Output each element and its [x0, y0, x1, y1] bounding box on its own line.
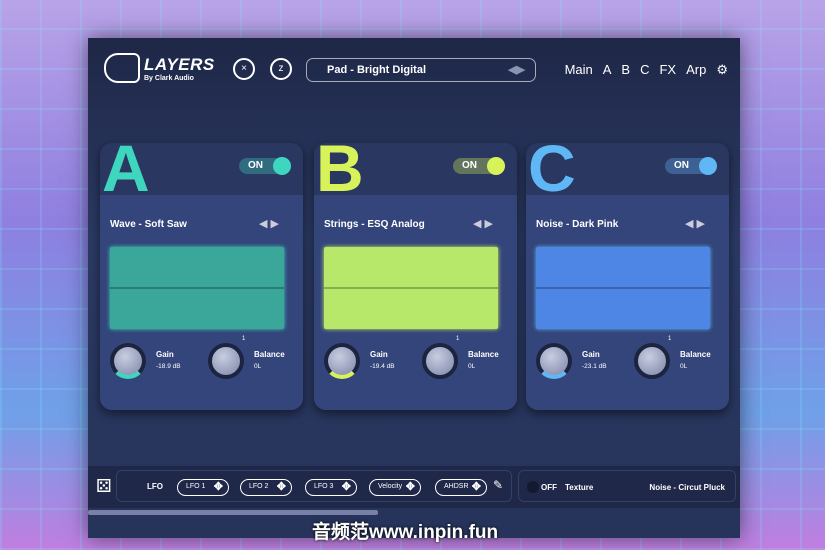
lfo-label: LFO — [147, 482, 163, 491]
patch-arrows-icon[interactable]: ◀ ▶ — [685, 217, 705, 230]
balance-knob[interactable] — [634, 343, 670, 379]
gain-label: Gain — [582, 350, 600, 359]
texture-panel: OFF Texture Noise - Circut Pluck — [518, 470, 736, 502]
layer-letter: C — [528, 131, 576, 205]
gain-value: -19.4 dB — [370, 363, 395, 370]
gear-icon[interactable]: ⚙ — [716, 62, 728, 78]
layer-card-c: C ON Noise - Dark Pink ◀ ▶ Gain -23.1 dB… — [526, 135, 729, 410]
toggle-knob — [273, 157, 291, 175]
mod-source-velocity[interactable]: Velocity ✥ — [369, 479, 421, 496]
patch-name[interactable]: Noise - Dark Pink — [536, 219, 618, 230]
header: LAYERS By Clark Audio × z Pad - Bright Di… — [88, 38, 740, 104]
toggle-label: ON — [674, 160, 689, 171]
waveform-display — [536, 247, 710, 329]
patch-arrows-icon[interactable]: ◀ ▶ — [473, 217, 493, 230]
texture-label: Texture — [565, 483, 594, 492]
layer-toggle[interactable]: ON — [453, 157, 505, 175]
patch-name[interactable]: Wave - Soft Saw — [110, 219, 187, 230]
tab-main[interactable]: Main — [565, 62, 593, 78]
layer-card-a: A ON Wave - Soft Saw ◀ ▶ Gain -18.9 dB 1… — [100, 135, 303, 410]
patch-name[interactable]: Strings - ESQ Analog — [324, 219, 425, 230]
gain-label: Gain — [156, 350, 174, 359]
layer-letter: B — [316, 131, 364, 205]
texture-toggle[interactable] — [527, 481, 539, 493]
balance-label: Balance — [468, 350, 499, 359]
toggle-label: ON — [248, 160, 263, 171]
balance-center-mark: 1 — [668, 336, 672, 342]
balance-knob[interactable] — [422, 343, 458, 379]
balance-value: 0L — [254, 363, 262, 370]
balance-center-mark: 1 — [456, 336, 460, 342]
gain-value: -18.9 dB — [156, 363, 181, 370]
panic-face-icon[interactable]: × — [233, 58, 255, 80]
texture-toggle-state: OFF — [541, 483, 557, 492]
tab-c[interactable]: C — [640, 62, 649, 78]
preset-name: Pad - Bright Digital — [327, 64, 426, 76]
preset-arrows-icon[interactable]: ◀▶ — [508, 63, 525, 76]
logo-title: LAYERS — [144, 54, 215, 74]
preset-selector[interactable]: Pad - Bright Digital ◀▶ — [306, 58, 536, 82]
tab-a[interactable]: A — [603, 62, 612, 78]
edit-pencil-icon[interactable]: ✎ — [493, 478, 503, 492]
texture-patch[interactable]: Noise - Circut Pluck — [649, 483, 725, 492]
gain-knob[interactable] — [324, 343, 360, 379]
sleep-face-icon[interactable]: z — [270, 58, 292, 80]
balance-value: 0L — [468, 363, 476, 370]
layer-card-b: B ON Strings - ESQ Analog ◀ ▶ Gain -19.4… — [314, 135, 517, 410]
scrollbar[interactable] — [88, 510, 378, 515]
mod-label: AHDSR — [444, 483, 469, 490]
gain-knob[interactable] — [536, 343, 572, 379]
drag-move-icon[interactable]: ✥ — [342, 480, 351, 493]
drag-move-icon[interactable]: ✥ — [406, 480, 415, 493]
waveform-display — [324, 247, 498, 329]
mod-source-lfo1[interactable]: LFO 1 ✥ — [177, 479, 229, 496]
dice-icon[interactable]: ⚄ — [96, 476, 112, 497]
head-logo-icon — [104, 53, 140, 83]
logo: LAYERS By Clark Audio — [104, 53, 215, 83]
mod-label: LFO 1 — [186, 483, 206, 490]
tab-fx[interactable]: FX — [659, 62, 676, 78]
bottom-bar: ⚄ LFO LFO 1 ✥ LFO 2 ✥ LFO 3 ✥ Velocity ✥ AHDSR ✥ … — [88, 466, 740, 508]
toggle-knob — [487, 157, 505, 175]
mod-label: LFO 3 — [314, 483, 334, 490]
balance-label: Balance — [254, 350, 285, 359]
waveform-display — [110, 247, 284, 329]
layer-panel: Wave - Soft Saw ◀ ▶ Gain -18.9 dB 1 Bala… — [100, 195, 303, 410]
layer-letter: A — [102, 131, 150, 205]
patch-arrows-icon[interactable]: ◀ ▶ — [259, 217, 279, 230]
nav-tabs: Main A B C FX Arp ⚙ — [565, 62, 728, 78]
drag-move-icon[interactable]: ✥ — [472, 480, 481, 493]
plugin-window: LAYERS By Clark Audio × z Pad - Bright Di… — [88, 38, 740, 538]
balance-center-mark: 1 — [242, 336, 246, 342]
mod-label: LFO 2 — [249, 483, 269, 490]
drag-move-icon[interactable]: ✥ — [277, 480, 286, 493]
toggle-knob — [699, 157, 717, 175]
gain-knob[interactable] — [110, 343, 146, 379]
mod-label: Velocity — [378, 483, 403, 490]
modulation-panel: LFO LFO 1 ✥ LFO 2 ✥ LFO 3 ✥ Velocity ✥ AHDSR ✥ ✎ — [116, 470, 512, 502]
toggle-label: ON — [462, 160, 477, 171]
mod-source-ahdsr[interactable]: AHDSR ✥ — [435, 479, 487, 496]
watermark: 音频范www.inpin.fun — [312, 522, 499, 543]
layer-panel: Noise - Dark Pink ◀ ▶ Gain -23.1 dB 1 Ba… — [526, 195, 729, 410]
logo-subtitle: By Clark Audio — [144, 74, 194, 82]
drag-move-icon[interactable]: ✥ — [214, 480, 223, 493]
layer-toggle[interactable]: ON — [665, 157, 717, 175]
mod-source-lfo3[interactable]: LFO 3 ✥ — [305, 479, 357, 496]
layer-toggle[interactable]: ON — [239, 157, 291, 175]
balance-value: 0L — [680, 363, 688, 370]
tab-b[interactable]: B — [621, 62, 630, 78]
mod-source-lfo2[interactable]: LFO 2 ✥ — [240, 479, 292, 496]
tab-arp[interactable]: Arp — [686, 62, 706, 78]
balance-knob[interactable] — [208, 343, 244, 379]
gain-value: -23.1 dB — [582, 363, 607, 370]
balance-label: Balance — [680, 350, 711, 359]
layer-panel: Strings - ESQ Analog ◀ ▶ Gain -19.4 dB 1… — [314, 195, 517, 410]
gain-label: Gain — [370, 350, 388, 359]
